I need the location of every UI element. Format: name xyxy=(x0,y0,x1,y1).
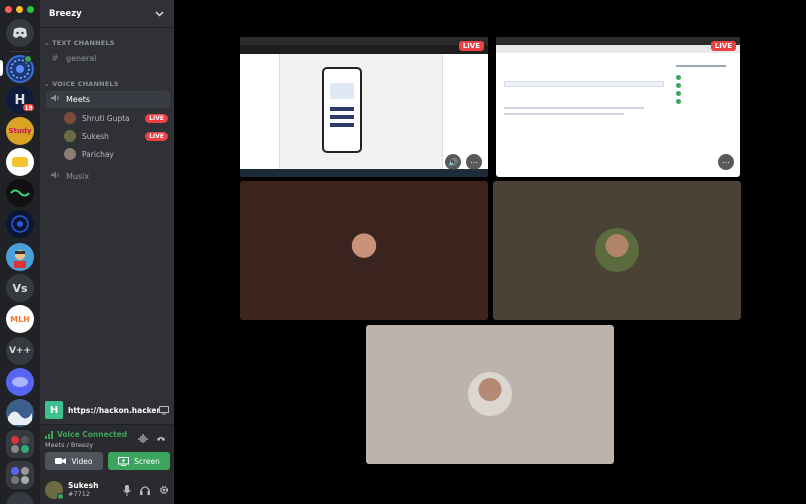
server-icon xyxy=(12,377,28,387)
voice-stage: LIVE 🔊 ⋯ LIVE ⋯ xyxy=(174,0,806,504)
discord-window: H 18 Study Vs MLH V++ Breezy ⌄ TEXT CHAN… xyxy=(0,0,806,504)
minimize-window-button[interactable] xyxy=(16,6,23,13)
channel-general[interactable]: # general xyxy=(46,50,170,67)
stream-title: https://hackon.hacker... xyxy=(68,405,159,415)
signal-strength-icon[interactable] xyxy=(45,430,53,439)
online-status-dot xyxy=(57,493,64,500)
speaker-icon xyxy=(50,94,60,105)
server-rail: H 18 Study Vs MLH V++ xyxy=(0,0,40,504)
server-partial[interactable] xyxy=(6,492,34,504)
window-controls xyxy=(5,6,34,13)
avatar xyxy=(64,130,76,142)
headphones-icon[interactable] xyxy=(140,485,150,495)
participant-avatar xyxy=(468,372,512,416)
server-header[interactable]: Breezy xyxy=(40,0,174,28)
participant-avatar xyxy=(595,228,639,272)
voice-member-parichay[interactable]: Parichay xyxy=(64,146,168,162)
server-vs[interactable]: Vs xyxy=(6,274,34,302)
screen-share-button[interactable]: Screen xyxy=(108,452,170,470)
stream-tile-shruti[interactable]: LIVE 🔊 ⋯ xyxy=(240,37,488,177)
more-options-icon[interactable]: ⋯ xyxy=(718,154,734,170)
server-blurple[interactable] xyxy=(6,368,34,396)
phone-mockup xyxy=(322,67,362,153)
server-green-logo[interactable] xyxy=(6,179,34,207)
volume-icon[interactable]: 🔊 xyxy=(445,154,461,170)
hashtag-icon: # xyxy=(51,53,59,64)
screen-share-icon xyxy=(118,456,130,466)
disconnect-icon[interactable] xyxy=(156,433,166,443)
server-avatar[interactable] xyxy=(6,243,34,271)
stream-settings-icon[interactable] xyxy=(159,405,169,415)
stream-tile-sukesh[interactable]: LIVE ⋯ xyxy=(496,37,740,177)
collapse-chevron-icon: ⌄ xyxy=(44,39,53,47)
discord-logo-icon xyxy=(13,27,27,38)
microphone-icon[interactable] xyxy=(123,484,131,496)
server-icon xyxy=(11,215,29,233)
chevron-down-icon xyxy=(155,10,164,17)
server-mlh[interactable]: MLH xyxy=(6,305,34,333)
participant-tile-shruti[interactable] xyxy=(240,181,488,320)
avatar xyxy=(64,112,76,124)
close-window-button[interactable] xyxy=(5,6,12,13)
participant-tile-sukesh[interactable] xyxy=(493,181,741,320)
live-badge: LIVE xyxy=(710,41,736,51)
server-icon xyxy=(8,411,32,425)
folder-icon xyxy=(11,436,29,453)
server-wave[interactable] xyxy=(6,399,34,427)
camera-icon xyxy=(55,458,67,464)
folder-icon xyxy=(11,467,29,484)
participant-avatar xyxy=(342,228,386,272)
server-icon xyxy=(12,157,28,167)
video-button[interactable]: Video xyxy=(45,452,103,470)
server-blue-circle[interactable] xyxy=(6,210,34,238)
active-stream-row[interactable]: H https://hackon.hacker... xyxy=(40,398,174,422)
noise-suppression-icon[interactable] xyxy=(138,434,148,443)
voice-location[interactable]: Meets / Breezy xyxy=(45,441,93,449)
user-panel: Sukesh #7712 xyxy=(40,476,174,504)
more-options-icon[interactable]: ⋯ xyxy=(466,154,482,170)
username: Sukesh xyxy=(68,481,99,490)
user-tag: #7712 xyxy=(68,490,90,498)
avatar xyxy=(64,148,76,160)
voice-member-shruti[interactable]: Shruti Gupta LIVE xyxy=(64,110,168,126)
selected-server-indicator xyxy=(0,60,3,76)
live-badge: LIVE xyxy=(145,131,168,141)
text-channels-category[interactable]: ⌄ TEXT CHANNELS xyxy=(44,39,115,47)
gear-icon[interactable] xyxy=(159,485,169,495)
zoom-window-button[interactable] xyxy=(27,6,34,13)
speaker-icon xyxy=(50,171,60,182)
voice-channels-category[interactable]: ⌄ VOICE CHANNELS xyxy=(44,80,119,88)
server-folder-2[interactable] xyxy=(6,461,34,489)
collapse-chevron-icon: ⌄ xyxy=(44,80,53,88)
server-status-dot xyxy=(24,55,32,63)
server-name: Breezy xyxy=(49,8,82,19)
live-badge: LIVE xyxy=(458,41,484,51)
mention-badge: 18 xyxy=(22,103,35,112)
user-avatar[interactable] xyxy=(45,481,64,500)
server-icon xyxy=(10,189,30,197)
live-badge: LIVE xyxy=(145,113,168,123)
server-folder[interactable] xyxy=(6,430,34,458)
voice-connection-panel: Voice Connected Meets / Breezy Video Scr… xyxy=(40,424,174,476)
voice-channel-musix[interactable]: Musix xyxy=(46,168,170,185)
server-study[interactable]: Study xyxy=(6,117,34,145)
participant-tile-parichay[interactable] xyxy=(366,325,614,464)
server-yellow[interactable] xyxy=(6,148,34,176)
voice-channel-meets[interactable]: Meets xyxy=(46,91,170,108)
voice-member-sukesh[interactable]: Sukesh LIVE xyxy=(64,128,168,144)
home-button[interactable] xyxy=(6,19,34,47)
voice-status: Voice Connected xyxy=(57,430,128,439)
stream-app-icon: H xyxy=(45,401,63,419)
server-vpp[interactable]: V++ xyxy=(6,337,34,365)
avatar-icon xyxy=(14,250,26,268)
